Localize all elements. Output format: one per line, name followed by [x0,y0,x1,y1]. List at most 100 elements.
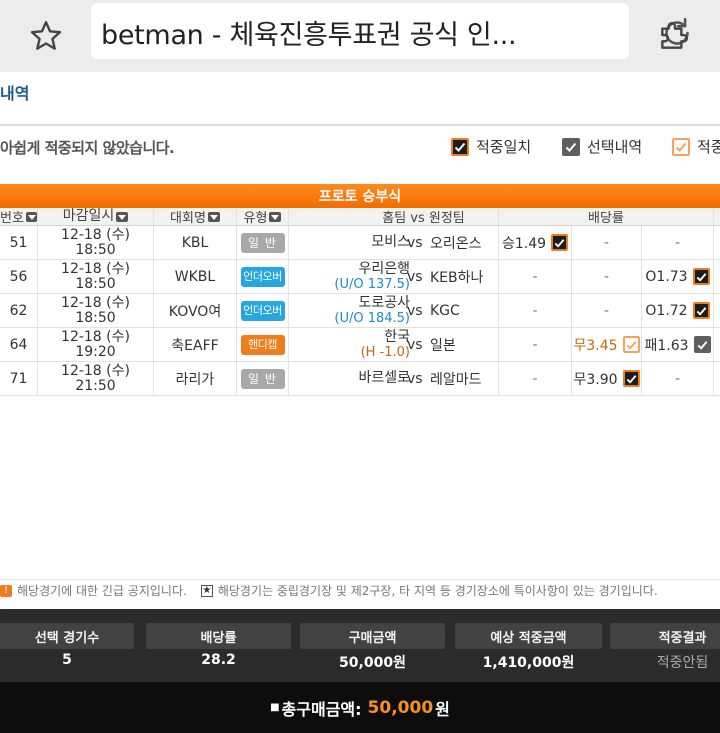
table-row: 56 12-18 (수) 18:50 WKBL 언더오버 우리은행 (U/O 137.5) v… [0,260,720,294]
col-date[interactable]: 마감일시 [38,208,154,225]
divider [0,124,720,126]
deadline: 12-18 (수) 18:50 [38,294,154,327]
match: 도로공사 (U/O 184.5) vs KGC [289,294,499,327]
col-league[interactable]: 대회명 [154,208,237,226]
odds-lose: - [642,362,714,395]
col-edge [714,294,720,327]
total-label: 총구매금액: [281,699,362,719]
handicap-line: (H -1.0) [360,344,410,360]
table-title: 프로토 승부식 [0,184,720,208]
deadline-date: 12-18 (수) [61,226,130,243]
vs-label: vs [407,234,423,251]
check-icon [693,336,711,353]
col-label: 마감일시 [62,208,115,224]
table-header-row: 번호 마감일시 대회명 유형 홈팀 vs 원정팀 배당률 [0,208,720,226]
league: WKBL [154,260,237,293]
odds-value: 패1.63 [644,337,689,354]
home-name: 모비스 [371,234,410,250]
odds-value: O1.73 [645,268,688,285]
deadline: 12-18 (수) 19:20 [38,328,154,361]
vs-label: vs [407,336,423,353]
match: 모비스 vs 오리온스 [289,226,499,259]
star-box-icon: ★ [200,584,213,597]
col-edge [714,208,720,225]
footnote-bar: ! 해당경기에 대한 긴급 공지입니다. ★ 해당경기는 중립경기장 및 제2구… [0,579,720,601]
legend-selected: 선택내역 [562,136,642,157]
summary-label: 예상 적중금액 [455,623,602,649]
deadline-date: 12-18 (수) [61,260,130,277]
sort-icon[interactable] [116,211,129,222]
type-badge: 일 반 [240,232,285,253]
odds-value: - [674,370,681,387]
bet-type: 일 반 [237,362,289,395]
footnote-urgent: 해당경기에 대한 긴급 공지입니다. [17,584,187,598]
home-team: 우리은행 (U/O 137.5) [334,260,410,293]
address-bar[interactable]: betman - 체육진흥투표권 공식 인... [91,3,689,59]
legend-label: 적중일치 [476,138,532,156]
summary-label: 선택 경기수 [0,623,134,649]
col-label: 홈팀 vs 원정팀 [382,211,465,226]
legend-match: 적중일치 [451,136,531,157]
table-row: 71 12-18 (수) 21:50 라리가 일 반 바르셀로 vs 레알마드 - 무3.90- [0,362,720,396]
league: 라리가 [154,362,237,395]
odds-win: - [499,328,572,361]
summary-odds: 배당률 28.2 [146,609,291,682]
home-team: 바르셀로 [358,362,410,395]
col-no[interactable]: 번호 [0,208,38,226]
table-row: 64 12-18 (수) 19:20 축EAFF 핸디캡 한국 (H -1.0) vs 일본 - 무… [0,328,720,362]
total-unit: 원 [435,699,450,719]
page-title-text: betman - 체육진흥투표권 공식 인... [101,20,517,51]
home-team: 한국 (H -1.0) [361,328,410,361]
summary-games: 선택 경기수 5 [0,609,134,682]
game-no: 51 [0,226,38,259]
home-team: 모비스 [371,226,410,259]
summary-label: 배당률 [146,623,291,649]
sort-icon[interactable] [25,211,37,222]
legend-label: 선택내역 [587,138,643,156]
check-icon [551,234,569,251]
col-label: 유형 [243,211,268,226]
type-badge: 핸디캡 [240,334,285,355]
summary-bar: 선택 경기수 5 배당률 28.2 구매금액 50,000원 예상 적중금액 1… [0,609,720,682]
home-name: 도로공사 [358,294,410,311]
away-team: 오리온스 [430,235,482,252]
deadline-date: 12-18 (수) [61,362,130,379]
sort-icon[interactable] [269,211,282,222]
handicap-line: (U/O 137.5) [334,276,410,292]
odds-value: 무3.90 [573,371,618,388]
vs-label: vs [407,302,423,319]
deadline: 12-18 (수) 18:50 [38,226,154,259]
type-badge: 언더오버 [240,300,285,321]
odds-draw: - [572,260,642,293]
odds-value: 승1.49 [501,235,547,252]
checkbox-icon [672,137,690,156]
odds-value: - [674,234,681,251]
bullet-icon: ■ [270,702,280,713]
footnote-star: 해당경기는 중립경기장 및 제2구장, 타 지역 등 경기장소에 특이사항이 있… [217,584,658,598]
extension-icon[interactable] [650,10,700,60]
deadline-date: 12-18 (수) [61,328,130,345]
odds-value: O1.72 [645,302,688,319]
check-icon [692,302,710,319]
away-team: KEB하나 [430,269,484,286]
deadline: 12-18 (수) 18:50 [38,260,154,293]
legend-hit: 적중 [672,136,720,157]
match: 한국 (H -1.0) vs 일본 [289,328,499,361]
odds-win: 승1.49 [499,226,572,259]
league: KOVO여 [154,294,237,327]
match: 바르셀로 vs 레알마드 [289,362,499,395]
table-row: 62 12-18 (수) 18:50 KOVO여 언더오버 도로공사 (U/O 184.5)… [0,294,720,328]
odds-draw: - [572,294,642,327]
check-icon [692,268,710,285]
result-notice: 아쉽게 적중되지 않았습니다. [0,139,175,157]
deadline-time: 18:50 [75,309,116,326]
type-badge: 일 반 [240,368,285,389]
sort-icon[interactable] [207,211,220,222]
league: KBL [154,226,237,259]
browser-toolbar: betman - 체육진흥투표권 공식 인... [0,0,720,72]
home-team: 도로공사 (U/O 184.5) [334,294,410,327]
vs-label: vs [407,370,423,387]
col-type[interactable]: 유형 [237,208,289,226]
odds-lose: O1.72 [642,294,714,327]
star-icon[interactable] [20,10,72,62]
